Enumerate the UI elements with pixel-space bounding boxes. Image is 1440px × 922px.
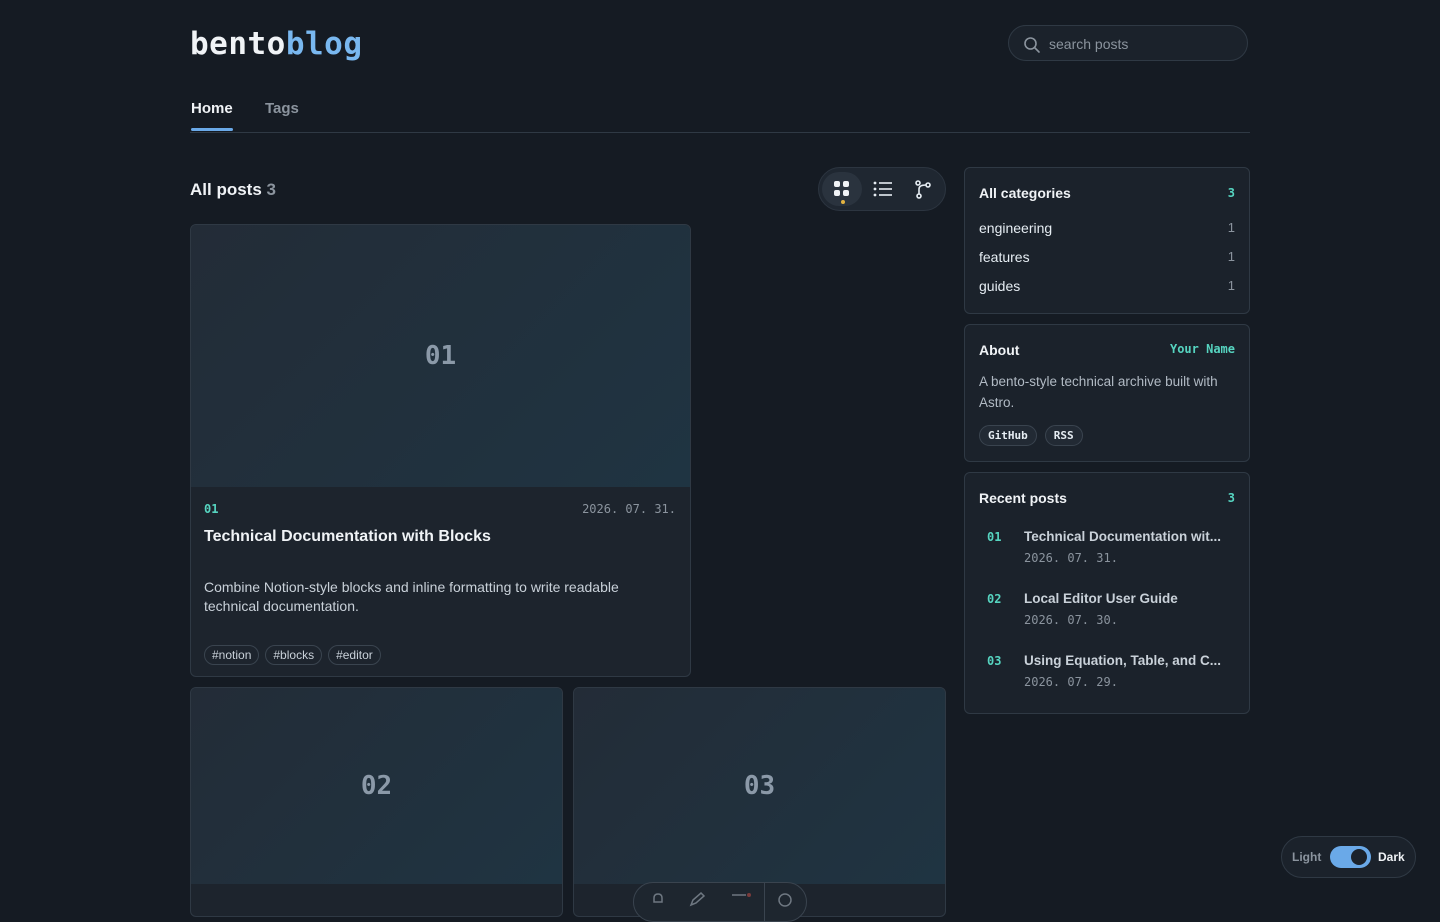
tag-chip[interactable]: #notion bbox=[204, 645, 260, 665]
main-tabs: Home Tags bbox=[190, 100, 1250, 133]
thumbnail-number: 03 bbox=[743, 771, 776, 801]
graph-icon bbox=[915, 180, 931, 199]
recent-posts-panel: Recent posts 3 01 Technical Documentatio… bbox=[964, 472, 1250, 714]
post-number: 01 bbox=[204, 502, 219, 516]
view-mode-toggle bbox=[818, 167, 946, 211]
recent-post-title: Technical Documentation wit... bbox=[1024, 529, 1222, 544]
rss-link[interactable]: RSS bbox=[1044, 425, 1083, 446]
search-input[interactable] bbox=[1047, 33, 1241, 55]
active-indicator-dot bbox=[841, 200, 845, 204]
post-description: Combine Notion-style blocks and inline f… bbox=[204, 579, 619, 614]
recent-posts-title: Recent posts bbox=[979, 490, 1067, 506]
theme-light-label[interactable]: Light bbox=[1292, 850, 1321, 864]
recent-post-date: 2026. 07. 31. bbox=[1024, 551, 1118, 565]
tag-chip[interactable]: #blocks bbox=[265, 645, 323, 665]
tab-tags[interactable]: Tags bbox=[265, 100, 299, 117]
recent-post-date: 2026. 07. 29. bbox=[1024, 675, 1118, 689]
recent-posts-count: 3 bbox=[1227, 491, 1235, 505]
posts-count: 3 bbox=[266, 180, 276, 199]
post-thumbnail: 03 bbox=[574, 688, 945, 884]
about-links: GitHub RSS bbox=[979, 425, 1083, 446]
category-count: 1 bbox=[1227, 278, 1235, 293]
theme-switch[interactable] bbox=[1330, 846, 1371, 868]
recent-post-date: 2026. 07. 30. bbox=[1024, 613, 1118, 627]
post-tags: #notion #blocks #editor bbox=[204, 645, 381, 665]
site-logo[interactable]: bentoblog bbox=[190, 26, 362, 62]
github-link[interactable]: GitHub bbox=[979, 425, 1037, 446]
about-author: Your Name bbox=[1169, 342, 1235, 356]
about-title: About bbox=[979, 342, 1020, 358]
category-count: 1 bbox=[1227, 249, 1235, 264]
recent-post-item[interactable]: 03 Using Equation, Table, and C... 2026.… bbox=[979, 653, 1235, 697]
post-date: 2026. 07. 31. bbox=[582, 502, 676, 516]
view-graph-button[interactable] bbox=[903, 172, 943, 206]
switch-knob bbox=[1351, 849, 1367, 865]
post-card-02[interactable]: 02 bbox=[190, 687, 563, 917]
search-icon bbox=[1024, 37, 1040, 53]
posts-title: All posts bbox=[190, 180, 262, 199]
post-thumbnail: 01 bbox=[191, 225, 690, 487]
about-description: A bento-style technical archive built wi… bbox=[979, 374, 1218, 410]
categories-panel: All categories 3 engineering 1 features … bbox=[964, 167, 1250, 314]
settings-icon[interactable] bbox=[776, 891, 794, 907]
toolbar-divider bbox=[764, 883, 765, 921]
recent-post-number: 03 bbox=[987, 654, 1002, 668]
post-card-01[interactable]: 01 01 2026. 07. 31. Technical Documentat… bbox=[190, 224, 691, 677]
menu-icon[interactable] bbox=[730, 891, 752, 907]
category-label: engineering bbox=[979, 220, 1053, 236]
theme-toggle: Light Dark bbox=[1281, 836, 1416, 878]
edit-icon[interactable] bbox=[689, 891, 707, 907]
thumbnail-number: 02 bbox=[360, 771, 393, 801]
category-label: guides bbox=[979, 278, 1021, 294]
category-item-guides[interactable]: guides 1 bbox=[979, 278, 1235, 298]
post-title[interactable]: Technical Documentation with Blocks bbox=[204, 528, 491, 546]
bell-icon[interactable] bbox=[650, 891, 666, 907]
category-item-engineering[interactable]: engineering 1 bbox=[979, 220, 1235, 240]
recent-post-title: Local Editor User Guide bbox=[1024, 591, 1178, 606]
tab-home[interactable]: Home bbox=[191, 100, 233, 131]
grid-icon bbox=[834, 181, 849, 196]
recent-post-number: 01 bbox=[987, 530, 1002, 544]
tag-chip[interactable]: #editor bbox=[328, 645, 381, 665]
category-item-features[interactable]: features 1 bbox=[979, 249, 1235, 269]
category-label: features bbox=[979, 249, 1030, 265]
thumbnail-number: 01 bbox=[424, 341, 457, 371]
post-thumbnail: 02 bbox=[191, 688, 562, 884]
recent-post-number: 02 bbox=[987, 592, 1002, 606]
recent-post-title: Using Equation, Table, and C... bbox=[1024, 653, 1222, 668]
logo-part-2: blog bbox=[285, 26, 363, 62]
list-icon bbox=[873, 181, 892, 197]
view-list-button[interactable] bbox=[862, 172, 902, 206]
floating-toolbar bbox=[633, 882, 807, 922]
search-box[interactable] bbox=[1008, 25, 1248, 61]
recent-post-item[interactable]: 01 Technical Documentation wit... 2026. … bbox=[979, 529, 1235, 573]
recent-post-item[interactable]: 02 Local Editor User Guide 2026. 07. 30. bbox=[979, 591, 1235, 635]
categories-count: 3 bbox=[1227, 186, 1235, 200]
posts-heading: All posts 3 bbox=[190, 180, 276, 200]
view-grid-button[interactable] bbox=[822, 172, 862, 206]
category-count: 1 bbox=[1227, 220, 1235, 235]
about-panel: About Your Name A bento-style technical … bbox=[964, 324, 1250, 462]
logo-part-1: bento bbox=[190, 26, 286, 62]
theme-dark-label[interactable]: Dark bbox=[1378, 850, 1405, 864]
categories-title: All categories bbox=[979, 185, 1071, 201]
